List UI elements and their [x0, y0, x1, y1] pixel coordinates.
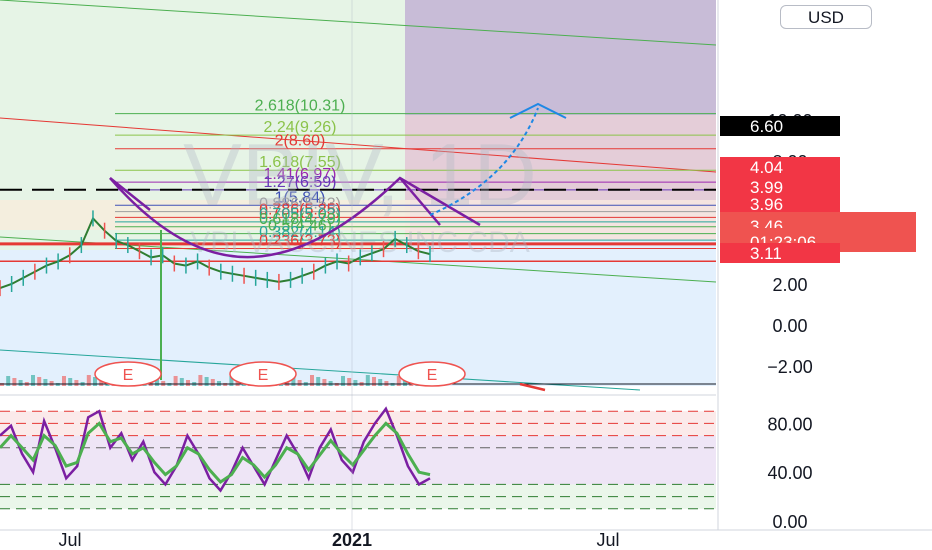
y-tick-label: −2.00 [767, 357, 813, 377]
price-tag-label: 3.11 [750, 244, 782, 263]
price-tag-label: 6.60 [750, 117, 783, 136]
volume-bar [204, 377, 209, 386]
chart-root: 2.618(10.31) 2.24(9.26) 2(8.60) 1.618(7.55)… [0, 0, 932, 550]
price-tag-label: 4.04 [750, 158, 783, 177]
price-tag-label: 3.96 [750, 195, 783, 214]
volume-bar [186, 380, 190, 386]
x-tick-label: Jul [58, 530, 81, 550]
volume-bar [43, 379, 48, 386]
osc-y-tick-label: 80.00 [767, 414, 812, 434]
earnings-marker-label: E [427, 367, 438, 384]
watermark: VBIV, 1D [183, 125, 537, 224]
volume-bar [179, 378, 184, 386]
volume-bar [210, 379, 215, 386]
volume-bar [347, 378, 352, 386]
volume-bar [322, 379, 327, 386]
y-tick-label: 0.00 [772, 316, 807, 336]
y-tick-label: 2.00 [772, 275, 807, 295]
osc-y-tick-label: 40.00 [767, 463, 812, 483]
volume-bar [297, 380, 302, 386]
x-tick-label: Jul [596, 530, 619, 550]
currency-button[interactable]: USD [780, 5, 872, 29]
volume-spike [160, 230, 162, 380]
volume-bar [37, 377, 42, 386]
volume-bar [68, 378, 73, 386]
earnings-marker-label: E [123, 367, 134, 384]
volume-bar [74, 380, 79, 386]
earnings-marker-label: E [258, 367, 269, 384]
volume-bar [353, 380, 358, 386]
fib-level-label: 2.618(10.31) [255, 98, 346, 115]
x-tick-label: 2021 [332, 530, 372, 550]
volume-bar [12, 378, 17, 386]
osc-y-tick-label: 0.00 [772, 512, 807, 532]
chart-svg[interactable]: 2.618(10.31)2.24(9.26)2(8.60)1.618(7.55)… [0, 0, 932, 550]
volume-bar [372, 377, 376, 386]
volume-bar [18, 380, 23, 386]
volume-bar [316, 377, 321, 386]
volume-bar [378, 379, 383, 386]
zone-upper-purple [405, 0, 716, 115]
